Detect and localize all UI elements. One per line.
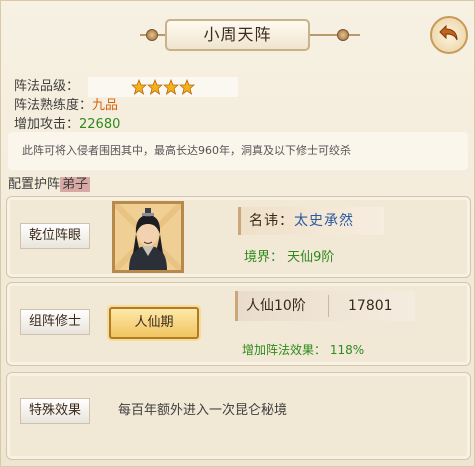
stage-select-button[interactable]: 人仙期 (109, 307, 199, 339)
formation-description: 此阵可将入侵者围困其中，最高长达960年，洞真及以下修士可绞杀 (8, 132, 468, 170)
member-tag: 组阵修士 (20, 309, 90, 335)
section-heading-prefix: 配置护阵 (8, 177, 61, 192)
attack-label: 增加攻击： (14, 117, 80, 132)
formation-bonus: 增加阵法效果： 118% (242, 343, 365, 357)
window-title: 小周天阵 (165, 19, 310, 51)
star-icon (179, 79, 195, 95)
title-left-knob (146, 29, 158, 41)
proficiency-value: 九品 (92, 98, 119, 113)
section-heading-highlight: 弟子 (60, 177, 91, 192)
proficiency-row: 阵法熟练度：九品 (14, 97, 118, 115)
disciple-portrait[interactable] (112, 201, 184, 273)
disciple-name: 太史承然 (294, 213, 354, 229)
eye-tag: 乾位阵眼 (20, 223, 90, 249)
disciple-name-box: 名讳：太史承然 (238, 207, 384, 235)
special-effect-text: 每百年额外进入一次昆仑秘境 (118, 403, 288, 418)
star-icon (163, 79, 179, 95)
level-divider (328, 295, 329, 317)
member-level: 人仙10阶 (246, 298, 306, 314)
member-power: 17801 (348, 298, 393, 314)
name-label: 名讳： (249, 213, 294, 229)
member-level-box: 人仙10阶 17801 (235, 291, 415, 321)
star-icon (131, 79, 147, 95)
title-right-knob (337, 29, 349, 41)
special-tag: 特殊效果 (20, 398, 90, 424)
attack-value: 22680 (79, 117, 121, 132)
grade-label: 阵法品级： (14, 79, 80, 94)
back-button[interactable] (430, 16, 468, 54)
back-arrow-icon (437, 21, 461, 49)
disciple-realm: 境界： 天仙9阶 (244, 250, 335, 265)
proficiency-label: 阵法熟练度： (14, 98, 93, 113)
star-icon (147, 79, 163, 95)
portrait-avatar-icon (115, 204, 181, 270)
section-heading: 配置护阵 弟子 (8, 176, 91, 194)
